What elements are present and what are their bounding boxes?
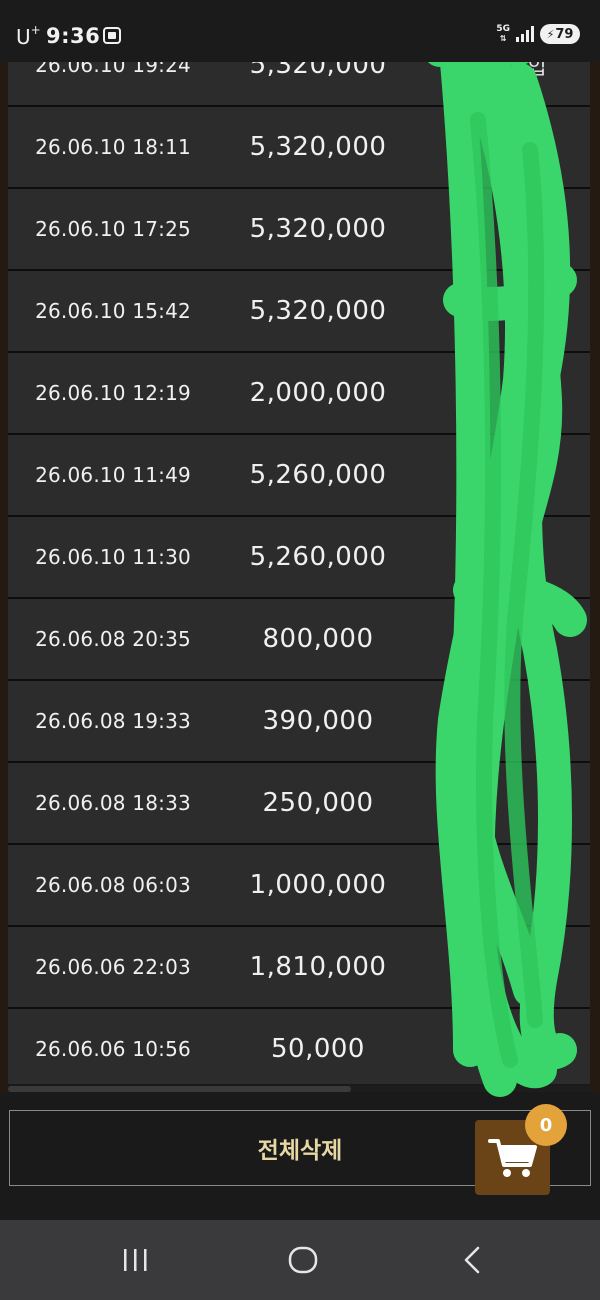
- table-row[interactable]: 26.06.08 06:03 1,000,000: [8, 845, 590, 927]
- row-date: 26.06.10 18:11: [35, 135, 191, 159]
- row-status: [478, 845, 578, 925]
- status-bar: U+ 9:36 5G ⇅ ⚡ 79: [0, 0, 600, 62]
- row-amount: 1,000,000: [249, 870, 387, 900]
- row-date: 26.06.08 18:33: [35, 791, 191, 815]
- row-date: 26.06.06 22:03: [35, 955, 191, 979]
- row-amount: 5,320,000: [249, 132, 387, 162]
- row-date: 26.06.10 11:49: [35, 463, 191, 487]
- row-status: 가입: [509, 62, 547, 79]
- table-row[interactable]: 26.06.10 17:25 5,320,000: [8, 189, 590, 271]
- table-row[interactable]: 26.06.08 18:33 250,000: [8, 763, 590, 845]
- row-amount: 250,000: [262, 788, 374, 818]
- recent-apps-button[interactable]: [105, 1242, 165, 1278]
- back-icon: [464, 1246, 480, 1274]
- table-row[interactable]: 26.06.08 20:35 800,000: [8, 599, 590, 681]
- row-status: [478, 435, 578, 515]
- row-amount: 800,000: [262, 624, 374, 654]
- row-status: [478, 107, 578, 187]
- row-status: [478, 353, 578, 433]
- screenshot-icon: [103, 27, 121, 44]
- table-row[interactable]: 26.06.06 10:56 50,000 실: [8, 1009, 590, 1084]
- row-date: 26.06.10 17:25: [35, 217, 191, 241]
- home-button[interactable]: [273, 1242, 333, 1278]
- right-border-strip: [590, 62, 600, 1092]
- row-amount: 2,000,000: [249, 378, 387, 408]
- row-status: [478, 189, 578, 269]
- row-amount: 5,320,000: [249, 296, 387, 326]
- recent-apps-icon: [124, 1249, 147, 1271]
- row-date: 26.06.10 15:42: [35, 299, 191, 323]
- row-status: [478, 763, 578, 843]
- row-status: [478, 599, 578, 679]
- row-amount: 50,000: [271, 1034, 365, 1064]
- signal-icon: [516, 26, 534, 42]
- row-status: [478, 681, 578, 761]
- carrier-label: U+: [16, 23, 41, 49]
- table-row[interactable]: 26.06.10 11:30 5,260,000: [8, 517, 590, 599]
- table-row[interactable]: 26.06.10 12:19 2,000,000: [8, 353, 590, 435]
- row-amount: 5,320,000: [249, 62, 387, 80]
- row-amount: 5,260,000: [249, 542, 387, 572]
- row-status: [478, 927, 578, 1007]
- table-row[interactable]: 26.06.10 18:11 5,320,000: [8, 107, 590, 189]
- system-nav-bar: [0, 1220, 600, 1300]
- table-row[interactable]: 26.06.10 19:24 5,320,000 가입: [8, 62, 590, 107]
- history-table[interactable]: 26.06.10 19:24 5,320,000 가입 26.06.10 18:11 5…: [8, 62, 590, 1084]
- home-icon: [288, 1246, 318, 1274]
- left-border-strip: [0, 62, 8, 1092]
- network-5g-icon: 5G ⇅: [496, 24, 510, 44]
- row-amount: 1,810,000: [249, 952, 387, 982]
- row-date: 26.06.08 06:03: [35, 873, 191, 897]
- row-date: 26.06.06 10:56: [35, 1037, 191, 1061]
- status-icons: 5G ⇅ ⚡ 79: [496, 24, 580, 44]
- table-row[interactable]: 26.06.10 11:49 5,260,000: [8, 435, 590, 517]
- row-status: [478, 271, 578, 351]
- back-button[interactable]: [442, 1242, 502, 1278]
- row-date: 26.06.10 11:30: [35, 545, 191, 569]
- row-amount: 390,000: [262, 706, 374, 736]
- table-row[interactable]: 26.06.06 22:03 1,810,000: [8, 927, 590, 1009]
- row-date: 26.06.10 12:19: [35, 381, 191, 405]
- table-rows: 26.06.10 19:24 5,320,000 가입 26.06.10 18:11 5…: [8, 62, 590, 1084]
- cart-count-badge: 0: [525, 1104, 567, 1146]
- row-date: 26.06.08 19:33: [35, 709, 191, 733]
- row-date: 26.06.10 19:24: [35, 62, 191, 77]
- cart-icon: [487, 1138, 537, 1177]
- row-date: 26.06.08 20:35: [35, 627, 191, 651]
- table-row[interactable]: 26.06.10 15:42 5,320,000: [8, 271, 590, 353]
- row-status: 실: [518, 1038, 538, 1063]
- row-amount: 5,320,000: [249, 214, 387, 244]
- clock: 9:36: [46, 24, 101, 48]
- row-amount: 5,260,000: [249, 460, 387, 490]
- battery-charging-icon: ⚡ 79: [540, 24, 580, 44]
- row-status: [478, 517, 578, 597]
- table-row[interactable]: 26.06.08 19:33 390,000: [8, 681, 590, 763]
